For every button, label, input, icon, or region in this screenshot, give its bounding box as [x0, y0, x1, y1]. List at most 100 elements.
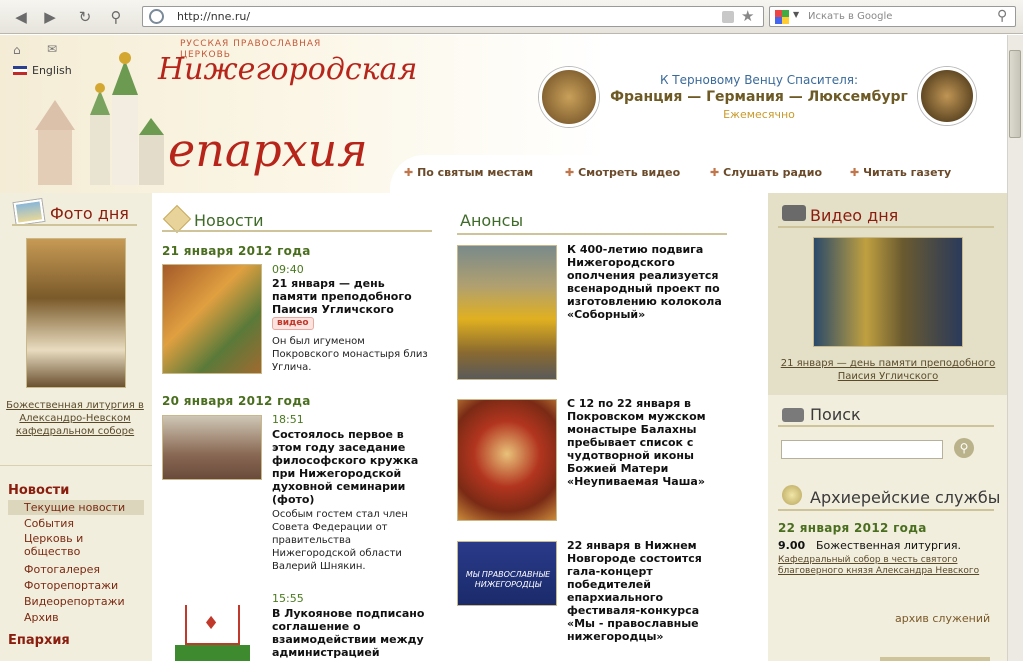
nav-read-newspaper[interactable]: ✚ Читать газету	[850, 166, 951, 179]
news-date: 21 января 2012 года	[162, 244, 311, 258]
divider	[162, 230, 432, 232]
services-title: Архиерейские службы	[810, 488, 1001, 507]
news-time: 09:40	[272, 263, 304, 276]
news-headline[interactable]: Состоялось первое в этом году заседание …	[272, 428, 432, 506]
promo-line3: Ежемесячно	[723, 108, 795, 121]
announce-headline[interactable]: С 12 по 22 января в Покровском мужском м…	[567, 397, 727, 488]
browser-toolbar: ◀ ▶ ↻ ⚲ http://nne.ru/ ★ ▼ Искать в Goog…	[0, 0, 1023, 34]
reload-icon[interactable]: ↻	[75, 7, 95, 27]
divider	[880, 657, 990, 661]
menu-item-photogallery[interactable]: Фотогалерея	[24, 562, 100, 577]
web-page: ⌂ ✉ English РУССКАЯ ПРАВОСЛАВНАЯ ЦЕРКОВЬ…	[0, 35, 1007, 661]
menu-item-current-news[interactable]: Текущие новости	[24, 500, 125, 515]
cross-icon: ✚	[404, 166, 414, 179]
mail-icon[interactable]: ✉	[47, 42, 57, 56]
services-date: 22 января 2012 года	[778, 521, 927, 535]
video-badge[interactable]: видео	[272, 317, 314, 330]
logo-title-line1[interactable]: Нижегородская	[158, 53, 417, 87]
deer-icon: ♦	[203, 613, 220, 634]
announce-headline[interactable]: 22 января в Нижнем Новгороде состоится г…	[567, 539, 727, 643]
cross-icon: ✚	[850, 166, 860, 179]
back-icon[interactable]: ◀	[11, 7, 31, 27]
divider	[778, 226, 994, 228]
home-icon[interactable]: ⌂	[13, 43, 21, 57]
nav-holy-places[interactable]: ✚ По святым местам	[404, 166, 533, 179]
divider	[778, 509, 994, 511]
divider	[457, 233, 727, 235]
promo-line1[interactable]: К Терновому Венцу Спасителя:	[600, 73, 918, 87]
news-headline[interactable]: 21 января — день памяти преподобного Паи…	[272, 277, 432, 316]
video-of-day-caption[interactable]: 21 января — день памяти преподобного Паи…	[780, 357, 996, 383]
site-search-input[interactable]	[781, 440, 943, 459]
menu-item-events[interactable]: События	[24, 516, 74, 531]
english-link[interactable]: English	[32, 64, 72, 77]
announces-title[interactable]: Анонсы	[460, 211, 523, 230]
search-button[interactable]: ⚲	[954, 438, 974, 458]
video-of-day-title[interactable]: Видео дня	[810, 206, 898, 225]
menu-item-church-society[interactable]: Церковь и общество	[24, 532, 134, 558]
news-image[interactable]	[162, 415, 262, 480]
news-date: 20 января 2012 года	[162, 394, 311, 408]
photo-of-day-title[interactable]: Фото дня	[50, 204, 129, 223]
kremlin-illustration	[35, 52, 164, 185]
divider	[12, 224, 137, 226]
mitre-icon	[782, 485, 802, 505]
logo-title-line2[interactable]: епархия	[168, 125, 368, 175]
menu-news-title[interactable]: Новости	[8, 483, 69, 498]
menu-item-videoreports[interactable]: Видеорепортажи	[24, 594, 125, 609]
menu-item-archive[interactable]: Архив	[24, 610, 59, 625]
forward-icon[interactable]: ▶	[40, 7, 60, 27]
photo-of-day-image[interactable]	[26, 238, 126, 388]
cross-icon: ✚	[565, 166, 575, 179]
news-time: 15:55	[272, 592, 304, 605]
photo-of-day-caption[interactable]: Божественная литургия в Александро-Невск…	[5, 399, 145, 438]
menu-eparchy-title[interactable]: Епархия	[8, 633, 70, 648]
menu-item-photoreports[interactable]: Фоторепортажи	[24, 578, 118, 593]
url-text: http://nne.ru/	[177, 10, 251, 23]
engine-dropdown-icon[interactable]: ▼	[793, 10, 799, 19]
divider	[0, 465, 152, 466]
nav-watch-video[interactable]: ✚ Смотреть видео	[565, 166, 680, 179]
divider	[778, 425, 994, 427]
news-headline[interactable]: В Лукоянове подписано соглашение о взаим…	[272, 607, 437, 659]
news-image[interactable]	[162, 264, 262, 374]
bell-image[interactable]	[457, 245, 557, 380]
key-icon[interactable]: ⚲	[106, 7, 126, 27]
news-ornament-icon	[162, 204, 192, 234]
festival-banner-text: МЫ ПРАВОСЛАВНЫЕ НИЖЕГОРОДЦЫ	[465, 570, 551, 589]
video-thumbnail[interactable]	[813, 237, 963, 347]
cross-icon: ✚	[710, 166, 720, 179]
news-summary: Особым гостем стал член Совета Федерации…	[272, 509, 408, 572]
icon-image[interactable]	[457, 399, 557, 521]
binoculars-icon	[782, 408, 804, 422]
news-time: 18:51	[272, 413, 304, 426]
lukoyanov-coat-of-arms[interactable]: ♦	[165, 605, 260, 661]
video-camera-icon	[782, 205, 806, 221]
services-archive-link[interactable]: архив служений	[895, 612, 990, 625]
photo-icon	[13, 199, 45, 225]
news-summary: Он был игуменом Покровского монастыря бл…	[272, 336, 428, 373]
search-engine-input[interactable]: Искать в Google	[808, 11, 892, 22]
scrollbar-thumb[interactable]	[1009, 50, 1021, 138]
promo-line2[interactable]: Франция — Германия — Люксембург	[600, 89, 918, 105]
rss-icon[interactable]	[722, 11, 734, 23]
address-bar[interactable]: http://nne.ru/ ★	[142, 6, 764, 27]
uk-flag-icon	[13, 66, 27, 75]
nav-listen-radio[interactable]: ✚ Слушать радио	[710, 166, 822, 179]
cologne-cathedral-image[interactable]	[539, 67, 599, 127]
magnifier-icon[interactable]: ⚲	[997, 8, 1007, 24]
google-icon[interactable]	[775, 10, 789, 24]
service-name: Божественная литургия.	[816, 539, 962, 552]
service-place[interactable]: Кафедральный собор в честь святого благо…	[778, 555, 993, 577]
news-title[interactable]: Новости	[194, 211, 264, 230]
announce-headline[interactable]: К 400-летию подвига Нижегородского ополч…	[567, 243, 727, 321]
church-image[interactable]	[918, 67, 976, 125]
site-header: ⌂ ✉ English РУССКАЯ ПРАВОСЛАВНАЯ ЦЕРКОВЬ…	[0, 35, 1007, 193]
search-title: Поиск	[810, 405, 861, 424]
left-sidebar: Фото дня Божественная литургия в Алексан…	[0, 193, 152, 661]
service-time: 9.00	[778, 539, 806, 552]
search-engine-bar[interactable]: ▼ Искать в Google ⚲	[769, 6, 1016, 27]
globe-icon	[149, 9, 164, 24]
festival-banner[interactable]: МЫ ПРАВОСЛАВНЫЕ НИЖЕГОРОДЦЫ	[457, 541, 557, 606]
bookmark-star-icon[interactable]: ★	[741, 7, 754, 25]
